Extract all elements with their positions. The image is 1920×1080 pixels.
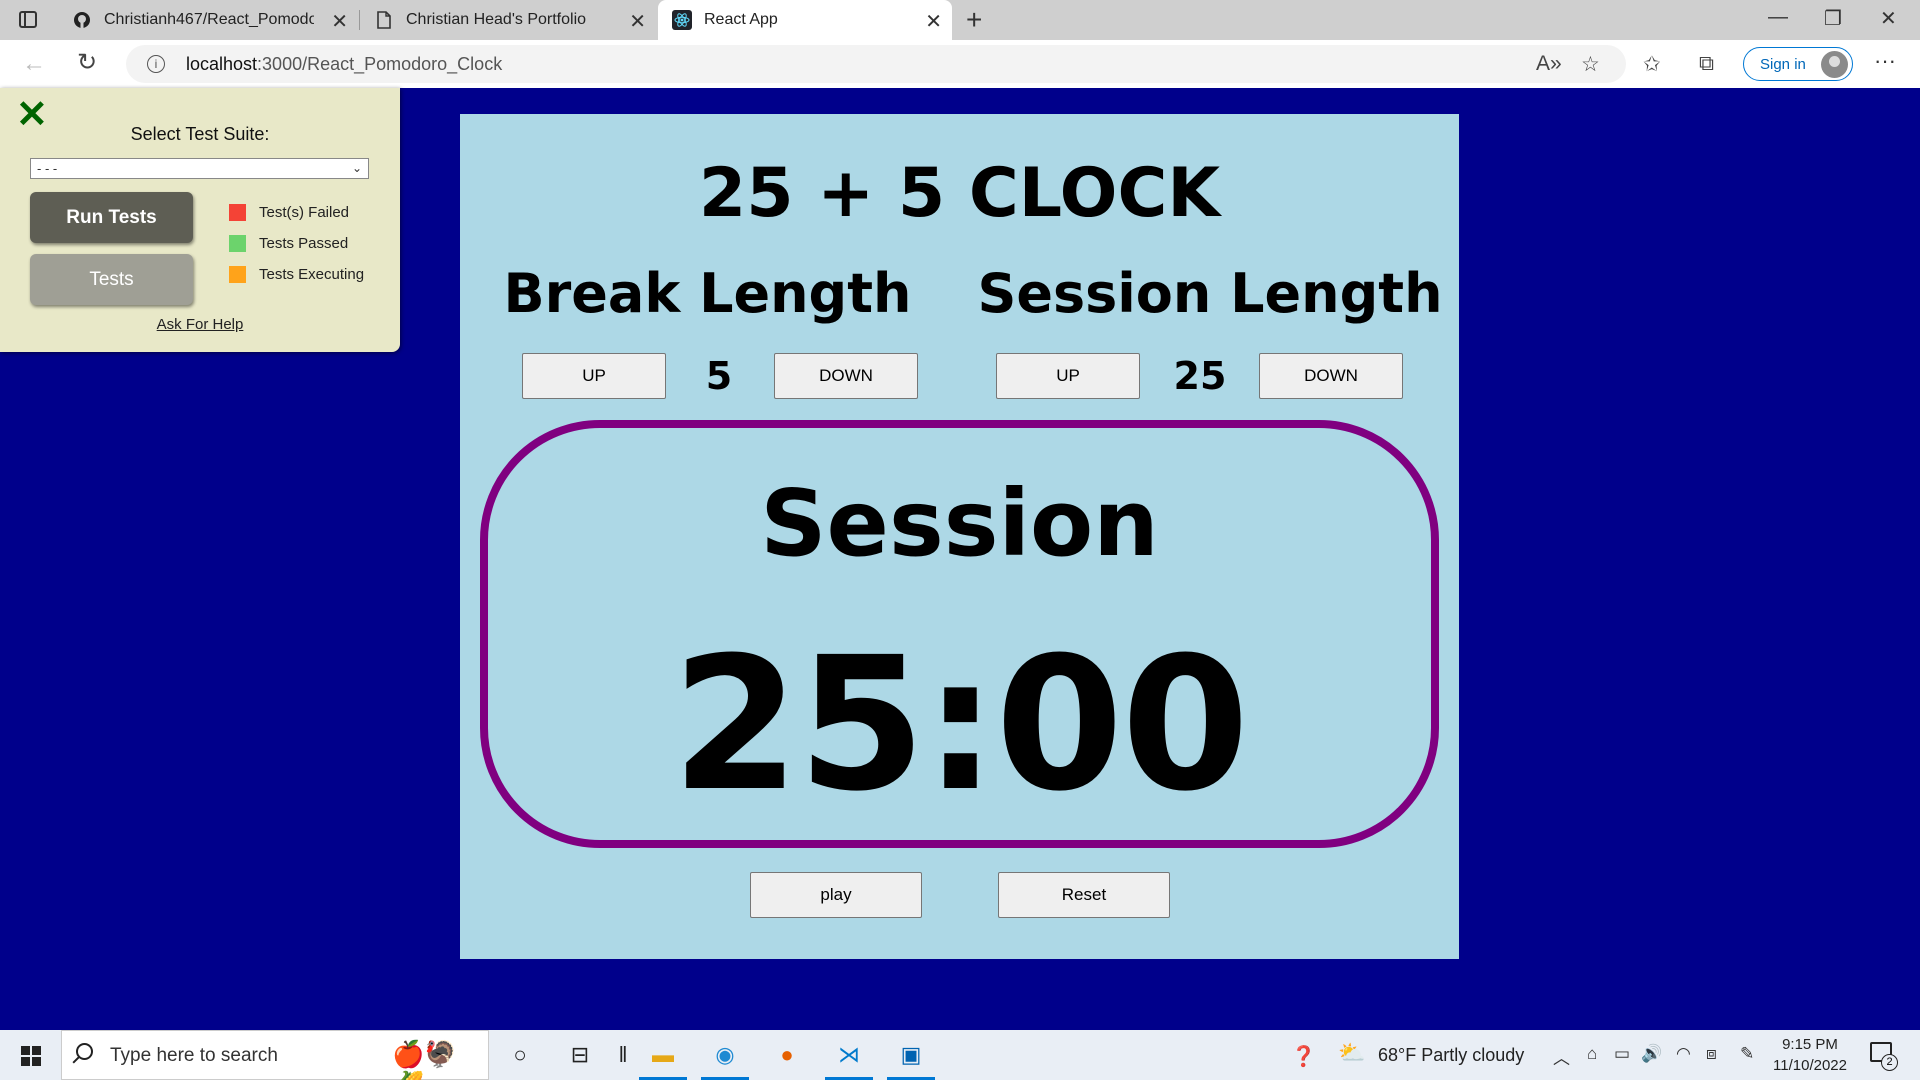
tab-react-app[interactable]: React App ✕ — [658, 0, 952, 40]
session-length: 25 — [1173, 354, 1227, 398]
clock-container: 25 + 5 CLOCK Break Length Session Length… — [460, 114, 1459, 959]
vscode-icon[interactable]: ⋊ — [825, 1040, 873, 1080]
add-favorite-icon[interactable]: ☆ — [1581, 52, 1600, 77]
windows-start-icon[interactable] — [21, 1046, 41, 1066]
cortana-icon[interactable]: ○ — [504, 1040, 536, 1070]
restore-icon[interactable]: ❐ — [1824, 6, 1842, 31]
minimize-icon[interactable]: — — [1768, 6, 1788, 29]
tab-actions-icon[interactable] — [19, 11, 37, 28]
chevron-down-icon: ⌄ — [351, 161, 362, 175]
chevron-up-icon[interactable]: ︿ — [1553, 1044, 1570, 1069]
more-options-icon[interactable]: ··· — [1874, 48, 1896, 74]
refresh-icon[interactable]: ↻ — [77, 48, 97, 77]
close-icon[interactable]: ✕ — [331, 9, 348, 34]
ask-for-help-link[interactable]: Ask For Help — [0, 316, 400, 333]
address-toolbar: ← ↻ i localhost:3000/React_Pomodoro_Cloc… — [0, 40, 1920, 88]
weather-icon[interactable]: ⛅ — [1338, 1040, 1365, 1066]
play-button[interactable]: play — [750, 872, 922, 918]
sign-in-button[interactable]: Sign in — [1743, 47, 1853, 81]
collections-icon[interactable]: ⧉ — [1699, 52, 1714, 76]
legend-failed: Test(s) Failed — [229, 204, 349, 221]
edge-icon[interactable]: ◉ — [701, 1040, 749, 1080]
notification-badge: 2 — [1881, 1054, 1898, 1071]
volume-icon[interactable]: 🔊 — [1641, 1044, 1662, 1064]
legend-passed: Tests Passed — [229, 235, 348, 252]
address-bar[interactable]: i localhost:3000/React_Pomodoro_Clock — [126, 45, 1626, 83]
reset-button[interactable]: Reset — [998, 872, 1170, 918]
close-icon[interactable]: ✕ — [925, 9, 942, 34]
read-aloud-icon[interactable]: A» — [1536, 52, 1562, 76]
help-icon[interactable]: ❓ — [1291, 1044, 1316, 1069]
browser-tab-bar: Christianh467/React_Pomodoro_ ✕ Christia… — [0, 0, 1920, 40]
break-length: 5 — [705, 354, 733, 398]
timer-display: Session 25:00 — [480, 420, 1439, 848]
new-tab-icon[interactable]: + — [966, 4, 982, 36]
window-close-icon[interactable]: ✕ — [1880, 6, 1897, 31]
search-placeholder: Type here to search — [110, 1045, 278, 1066]
page-title: 25 + 5 CLOCK — [698, 154, 1221, 233]
tab-github[interactable]: Christianh467/React_Pomodoro_ ✕ — [58, 0, 358, 40]
page-icon — [374, 10, 394, 30]
fcc-test-panel: ✕ Select Test Suite: - - - ⌄ Run Tests T… — [0, 88, 400, 352]
session-decrement-button[interactable]: DOWN — [1259, 353, 1403, 399]
task-view-icon[interactable]: ⊟ — [564, 1040, 596, 1070]
meet-now-icon[interactable]: ⌂ — [1587, 1044, 1597, 1064]
break-decrement-button[interactable]: DOWN — [774, 353, 918, 399]
tab-label: Christian Head's Portfolio — [406, 11, 587, 28]
taskbar-search[interactable]: Type here to search 🍎🦃🌽 — [61, 1030, 489, 1080]
break-increment-button[interactable]: UP — [522, 353, 666, 399]
clock-date: 11/10/2022 — [1773, 1057, 1847, 1074]
pen-icon[interactable]: ✎ — [1740, 1044, 1754, 1064]
executing-swatch — [229, 266, 246, 283]
firefox-icon[interactable]: ● — [771, 1040, 803, 1070]
github-icon — [72, 10, 92, 30]
test-suite-select[interactable]: - - - ⌄ — [30, 158, 369, 179]
run-tests-button[interactable]: Run Tests — [30, 192, 193, 243]
photos-icon[interactable]: ▣ — [887, 1040, 935, 1080]
wifi-icon[interactable]: ◠ — [1676, 1044, 1691, 1064]
timer-label: Session — [760, 470, 1159, 577]
info-icon[interactable]: i — [147, 55, 165, 73]
session-label: Session Length — [977, 262, 1443, 325]
back-arrow-icon[interactable]: ← — [22, 50, 46, 78]
legend-executing: Tests Executing — [229, 266, 364, 283]
tab-portfolio[interactable]: Christian Head's Portfolio ✕ — [360, 0, 656, 40]
weather-text[interactable]: 68°F Partly cloudy — [1378, 1045, 1524, 1066]
tests-button[interactable]: Tests — [30, 254, 193, 305]
tab-label: React App — [704, 11, 778, 28]
session-increment-button[interactable]: UP — [996, 353, 1140, 399]
break-label: Break Length — [503, 262, 912, 325]
avatar — [1821, 51, 1848, 78]
battery-icon[interactable]: ▭ — [1614, 1044, 1630, 1064]
taskbar: Type here to search 🍎🦃🌽 ○ ⊟ ‖ ▬ ◉ ● ⋊ ▣ … — [0, 1030, 1920, 1080]
clock-time: 9:15 PM — [1782, 1036, 1838, 1053]
close-icon[interactable]: ✕ — [629, 9, 646, 34]
react-icon — [672, 10, 692, 30]
url-text[interactable]: localhost:3000/React_Pomodoro_Clock — [186, 54, 502, 75]
search-icon — [76, 1043, 93, 1060]
time-left: 25:00 — [671, 618, 1250, 832]
favorites-icon[interactable]: ✩ — [1643, 52, 1661, 77]
tab-label: Christianh467/React_Pomodoro_ — [104, 11, 314, 28]
failed-swatch — [229, 204, 246, 221]
passed-swatch — [229, 235, 246, 252]
screen-icon[interactable]: ⧈ — [1706, 1044, 1717, 1064]
file-explorer-icon[interactable]: ▬ — [639, 1040, 687, 1080]
thanksgiving-doodle-icon: 🍎🦃🌽 — [392, 1039, 457, 1080]
taskbar-divider-icon: ‖ — [618, 1042, 628, 1067]
system-clock[interactable]: 9:15 PM 11/10/2022 — [1770, 1034, 1850, 1076]
test-suite-title: Select Test Suite: — [130, 124, 270, 144]
